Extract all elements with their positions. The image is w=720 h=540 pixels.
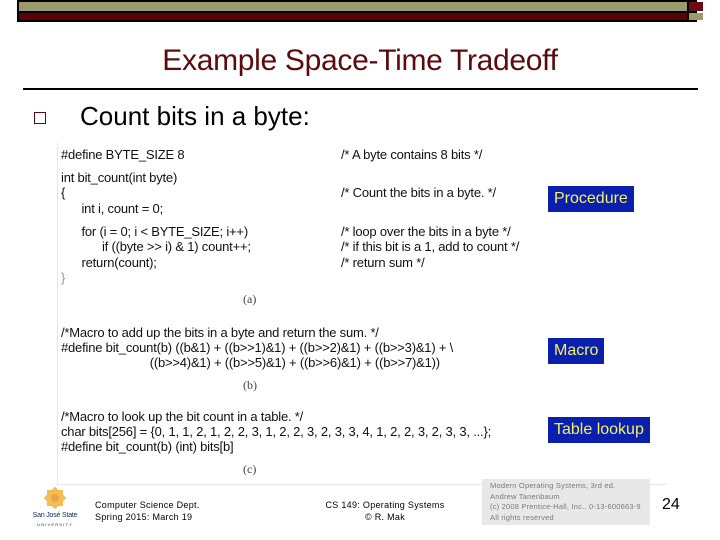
caption-b: (b) — [243, 378, 257, 392]
sjsu-logo: San José State UNIVERSITY — [30, 486, 80, 532]
procedure-comment: /* loop over the bits in a byte */ — [341, 224, 511, 239]
procedure-tag: Procedure — [548, 186, 634, 212]
table-code-line: #define bit_count(b) (int) bits[b] — [61, 439, 234, 454]
procedure-comment: /* if this bit is a 1, add to count */ — [341, 239, 520, 254]
procedure-comment: /* return sum */ — [341, 255, 425, 270]
footer-course-info: Computer Science Dept. Spring 2015: Marc… — [95, 499, 200, 523]
procedure-code-line: { — [61, 185, 66, 200]
title-divider — [23, 88, 698, 90]
reference-line: (c) 2008 Prentice-Hall, Inc.. 0-13-60066… — [490, 502, 641, 511]
footer-dept: Computer Science Dept. — [95, 500, 200, 510]
procedure-comment: /* Count the bits in a byte. */ — [341, 185, 496, 200]
procedure-code-line: int i, count = 0; — [61, 201, 163, 216]
procedure-code-line: #define BYTE_SIZE 8 — [61, 147, 185, 162]
footer-reference: Modern Operating Systems, 3rd ed. Andrew… — [482, 479, 650, 525]
reference-line: All rights reserved — [490, 512, 554, 522]
header-maroon-square — [689, 2, 703, 11]
procedure-code-line: int bit_count(int byte) — [61, 170, 178, 185]
procedure-code-line: } — [61, 270, 66, 285]
table-code-line: char bits[256] = {0, 1, 1, 2, 1, 2, 2, 3… — [61, 424, 492, 439]
slide-title: Example Space-Time Tradeoff — [162, 44, 558, 77]
macro-code-line: ((b>>4)&1) + ((b>>5)&1) + ((b>>6)&1) + (… — [61, 355, 440, 370]
procedure-comment: /* A byte contains 8 bits */ — [341, 147, 483, 162]
caption-c: (c) — [243, 462, 257, 476]
footer-author: © R. Mak — [364, 512, 406, 522]
header-olive-stripe — [19, 2, 687, 11]
macro-code-line: /*Macro to add up the bits in a byte and… — [61, 325, 379, 340]
bullet-text: Count bits in a byte: — [80, 101, 310, 131]
procedure-code-line: if ((byte >> i) & 1) count++; — [61, 239, 251, 254]
procedure-code-line: for (i = 0; i < BYTE_SIZE; i++) — [61, 224, 248, 239]
logo-text-line1: San José State — [32, 512, 78, 519]
procedure-code-line: return(count); — [61, 255, 157, 270]
bullet-square-icon — [34, 112, 46, 124]
logo-text-line2: UNIVERSITY — [36, 522, 73, 527]
table-code-line: /*Macro to look up the bit count in a ta… — [61, 409, 304, 424]
table-lookup-tag: Table lookup — [548, 417, 650, 443]
reference-line: Andrew Tanenbaum — [490, 491, 560, 501]
footer-course-title: CS 149: Operating Systems © R. Mak — [300, 499, 470, 523]
footer-date: Spring 2015: March 19 — [95, 512, 193, 522]
header-maroon-stripe — [19, 13, 687, 20]
macro-tag: Macro — [548, 338, 605, 364]
caption-a: (a) — [243, 292, 257, 306]
macro-code-line: #define bit_count(b) ((b&1) + ((b>>1)&1)… — [61, 340, 454, 355]
page-number: 24 — [662, 496, 680, 513]
header-olive-square — [689, 13, 703, 20]
footer-course-name: CS 149: Operating Systems — [325, 500, 445, 510]
reference-line: Modern Operating Systems, 3rd ed. — [490, 481, 616, 490]
